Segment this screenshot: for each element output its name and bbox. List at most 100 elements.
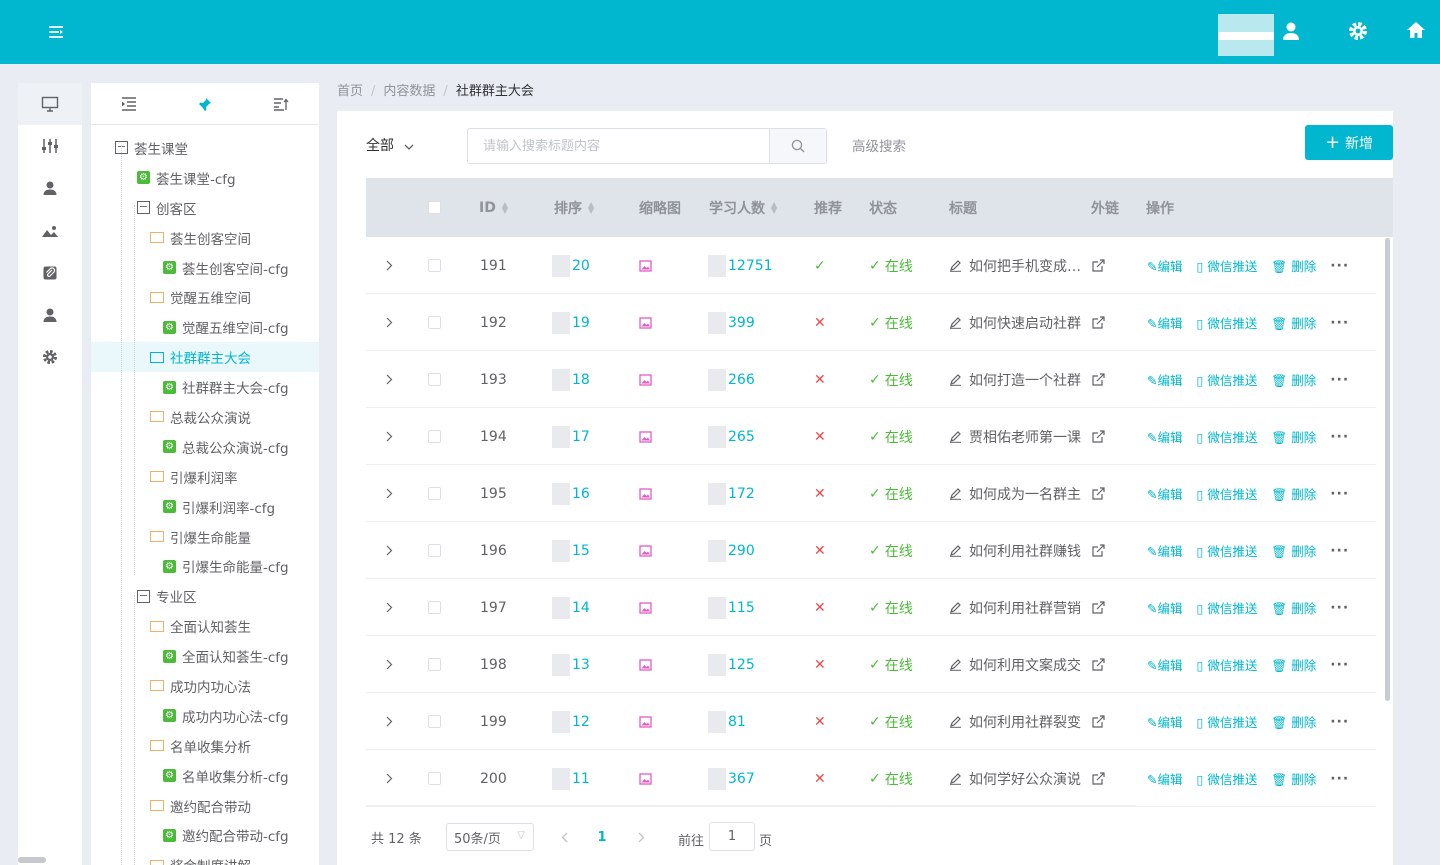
- goto-page-input[interactable]: [709, 822, 755, 851]
- tree-item[interactable]: ⚙ 成功内功心法-cfg: [91, 701, 319, 731]
- more-actions-button[interactable]: ···: [1330, 315, 1349, 331]
- cross-icon[interactable]: ✕: [814, 351, 826, 408]
- delete-button[interactable]: 🗑 删除: [1271, 370, 1316, 389]
- more-actions-button[interactable]: ···: [1330, 657, 1349, 673]
- row-order[interactable]: 15: [572, 543, 590, 559]
- edit-title-icon[interactable]: [949, 316, 962, 329]
- tree-item[interactable]: 觉醒五维空间: [91, 282, 319, 312]
- tree-item[interactable]: 荟生创客空间: [91, 223, 319, 253]
- thumbnail-icon[interactable]: [639, 693, 652, 750]
- expand-row-icon[interactable]: [386, 522, 393, 579]
- external-link-icon[interactable]: [1092, 351, 1105, 408]
- wechat-push-button[interactable]: ▯ 微信推送: [1197, 256, 1258, 275]
- tree-item[interactable]: 引爆利润率: [91, 462, 319, 492]
- avatar[interactable]: [1218, 14, 1274, 56]
- expand-row-icon[interactable]: [386, 351, 393, 408]
- tree-item[interactable]: 社群群主大会: [91, 342, 319, 373]
- delete-button[interactable]: 🗑 删除: [1271, 541, 1316, 560]
- sidebar-scrollbar[interactable]: [18, 857, 46, 863]
- tree-item[interactable]: − 专业区: [91, 581, 319, 611]
- row-learners[interactable]: 265: [728, 429, 755, 445]
- edit-button[interactable]: ✎编辑: [1147, 598, 1183, 617]
- external-link-icon[interactable]: [1092, 294, 1105, 351]
- drag-handle[interactable]: [552, 767, 570, 790]
- sort-icon[interactable]: [243, 83, 319, 124]
- cross-icon[interactable]: ✕: [814, 465, 826, 522]
- external-link-icon[interactable]: [1092, 237, 1105, 294]
- thumbnail-icon[interactable]: [639, 522, 652, 579]
- external-link-icon[interactable]: [1092, 693, 1105, 750]
- user-icon[interactable]: [1279, 20, 1303, 44]
- drag-handle[interactable]: [552, 482, 570, 505]
- drag-handle[interactable]: [552, 368, 570, 391]
- delete-button[interactable]: 🗑 删除: [1271, 484, 1316, 503]
- row-checkbox[interactable]: [428, 601, 441, 614]
- expand-row-icon[interactable]: [386, 750, 393, 807]
- drag-handle[interactable]: [552, 311, 570, 334]
- table-horizontal-scrollbar[interactable]: [366, 805, 1136, 807]
- expand-row-icon[interactable]: [386, 579, 393, 636]
- delete-button[interactable]: 🗑 删除: [1271, 712, 1316, 731]
- tree-item[interactable]: ⚙ 荟生创客空间-cfg: [91, 253, 319, 283]
- tree-item[interactable]: 奖金制度讲解: [91, 850, 319, 865]
- row-checkbox[interactable]: [428, 373, 441, 386]
- edit-button[interactable]: ✎编辑: [1147, 541, 1183, 560]
- more-actions-button[interactable]: ···: [1330, 600, 1349, 616]
- expand-row-icon[interactable]: [386, 237, 393, 294]
- tree-item[interactable]: ⚙ 引爆利润率-cfg: [91, 492, 319, 522]
- more-actions-button[interactable]: ···: [1330, 771, 1349, 787]
- page-size-select[interactable]: 50条/页 ▽: [446, 823, 534, 851]
- page-number[interactable]: 1: [592, 823, 612, 851]
- external-link-icon[interactable]: [1092, 408, 1105, 465]
- row-order[interactable]: 13: [572, 657, 590, 673]
- row-learners[interactable]: 399: [728, 315, 755, 331]
- column-id[interactable]: ID ▲ ▼: [479, 178, 510, 237]
- more-actions-button[interactable]: ···: [1330, 429, 1349, 445]
- row-order[interactable]: 17: [572, 429, 590, 445]
- row-checkbox[interactable]: [428, 772, 441, 785]
- more-actions-button[interactable]: ···: [1330, 543, 1349, 559]
- external-link-icon[interactable]: [1092, 522, 1105, 579]
- tree-item[interactable]: − 荟生课堂: [91, 133, 319, 163]
- delete-button[interactable]: 🗑 删除: [1271, 655, 1316, 674]
- row-checkbox[interactable]: [428, 544, 441, 557]
- wechat-push-button[interactable]: ▯ 微信推送: [1197, 598, 1258, 617]
- row-learners[interactable]: 266: [728, 372, 755, 388]
- thumbnail-icon[interactable]: [639, 579, 652, 636]
- cross-icon[interactable]: ✕: [814, 294, 826, 351]
- breadcrumb-content-data[interactable]: 内容数据: [383, 84, 435, 99]
- tree-item[interactable]: ⚙ 觉醒五维空间-cfg: [91, 312, 319, 342]
- advanced-search-link[interactable]: 高级搜索: [852, 135, 906, 155]
- paperclip-icon[interactable]: [18, 252, 82, 294]
- row-learners[interactable]: 172: [728, 486, 755, 502]
- row-order[interactable]: 19: [572, 315, 590, 331]
- menu-fold-icon[interactable]: [46, 22, 68, 42]
- row-order[interactable]: 12: [572, 714, 590, 730]
- edit-title-icon[interactable]: [949, 487, 962, 500]
- edit-title-icon[interactable]: [949, 715, 962, 728]
- search-button[interactable]: [769, 129, 826, 163]
- more-actions-button[interactable]: ···: [1330, 714, 1349, 730]
- tree-item[interactable]: 总裁公众演说: [91, 402, 319, 432]
- edit-title-icon[interactable]: [949, 430, 962, 443]
- gear-icon[interactable]: [1346, 20, 1370, 44]
- column-order[interactable]: 排序 ▲ ▼: [554, 178, 596, 237]
- external-link-icon[interactable]: [1092, 465, 1105, 522]
- row-order[interactable]: 18: [572, 372, 590, 388]
- column-learners[interactable]: 学习人数 ▲ ▼: [709, 178, 779, 237]
- thumbnail-icon[interactable]: [639, 465, 652, 522]
- collapse-icon[interactable]: −: [137, 589, 150, 603]
- row-order[interactable]: 14: [572, 600, 590, 616]
- edit-button[interactable]: ✎编辑: [1147, 370, 1183, 389]
- cross-icon[interactable]: ✕: [814, 750, 826, 807]
- external-link-icon[interactable]: [1092, 750, 1105, 807]
- select-all-checkbox[interactable]: [428, 201, 441, 214]
- cross-icon[interactable]: ✕: [814, 636, 826, 693]
- tree-item[interactable]: 成功内功心法: [91, 671, 319, 701]
- cross-icon[interactable]: ✕: [814, 408, 826, 465]
- drag-handle[interactable]: [552, 596, 570, 619]
- next-page-button[interactable]: [631, 823, 651, 851]
- row-checkbox[interactable]: [428, 316, 441, 329]
- prev-page-button[interactable]: [554, 823, 574, 851]
- edit-button[interactable]: ✎编辑: [1147, 655, 1183, 674]
